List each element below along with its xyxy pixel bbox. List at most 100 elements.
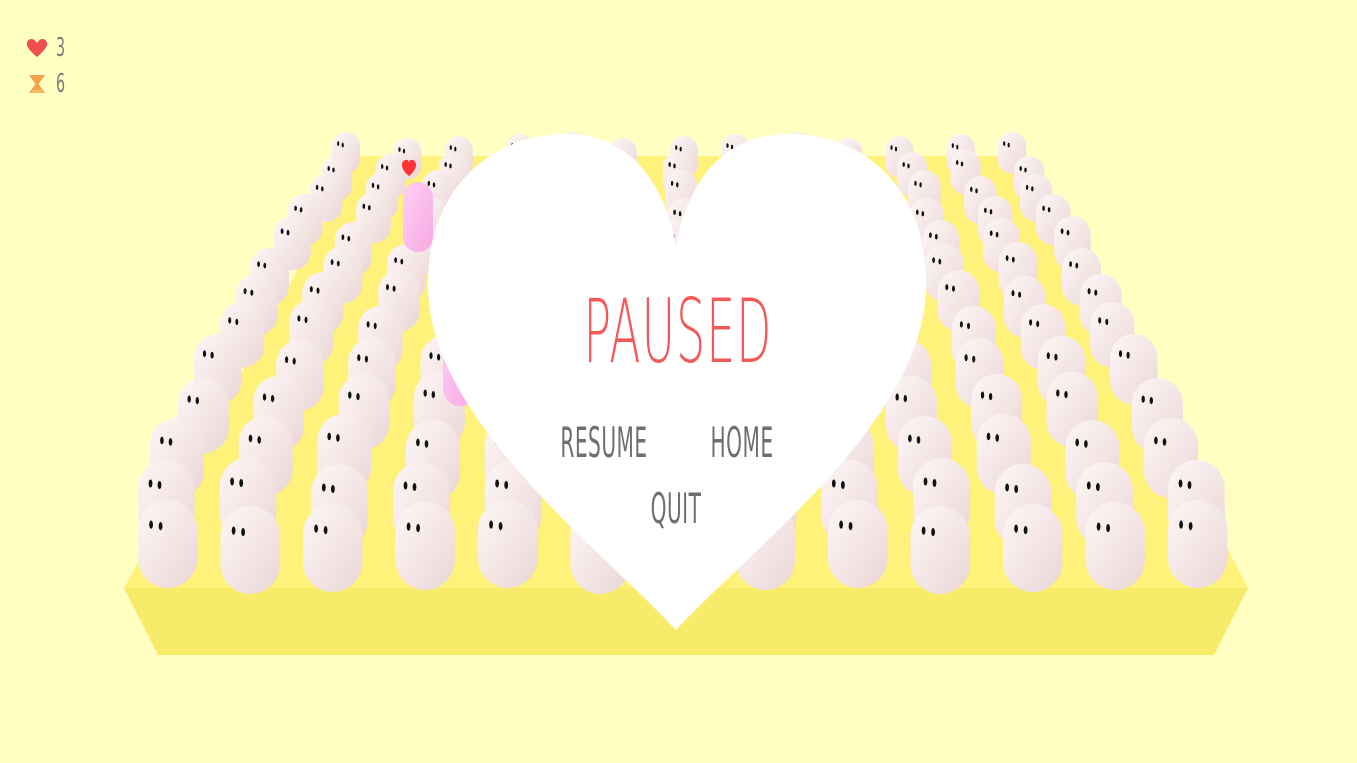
ghost-eye — [1054, 353, 1058, 361]
ghost-eye — [908, 434, 912, 443]
ghost-eye — [839, 520, 843, 529]
ghost-eye — [1014, 485, 1019, 493]
ghost — [220, 506, 280, 594]
ghost-eye — [327, 166, 330, 171]
ghost-eye — [504, 481, 509, 489]
ghost-eye — [1011, 256, 1015, 263]
ghost-eye — [678, 211, 682, 217]
lives-counter: 3 — [26, 30, 73, 66]
ghost-eye — [1031, 186, 1034, 192]
ghost-eye — [402, 148, 406, 154]
ghost-eye — [235, 318, 239, 326]
ghost-eye — [916, 209, 919, 215]
ghost-eye — [964, 354, 968, 362]
ghost-eye — [330, 259, 334, 265]
ghost-eye — [331, 485, 335, 493]
ghost-eye — [285, 356, 289, 364]
ghost-eye — [432, 182, 436, 188]
ghost-eye — [250, 289, 254, 296]
ghost-eye — [292, 357, 296, 365]
ghost-eye — [848, 522, 853, 531]
ghost-eye — [959, 321, 963, 328]
ghost-eye — [158, 522, 163, 531]
ghost-eye — [394, 257, 397, 263]
ghost-eye — [371, 182, 375, 188]
ghost-eye — [341, 234, 345, 240]
ghost-eye — [907, 163, 910, 169]
ghost-eye — [1056, 389, 1060, 397]
ghost-eye — [989, 230, 993, 236]
ghost-eye — [1106, 524, 1110, 533]
ghost-eye — [368, 205, 371, 211]
ghost-eye — [1096, 483, 1100, 491]
ghost-eye — [914, 180, 917, 186]
ghost-eye — [263, 262, 267, 269]
ghost-eye — [1086, 481, 1091, 490]
ghost-eye — [1179, 520, 1183, 529]
ghost-eye — [984, 207, 987, 213]
ghost-eye — [1060, 228, 1064, 234]
quit-button[interactable]: QUIT — [628, 488, 724, 530]
ghost-eye — [679, 146, 682, 152]
home-button[interactable]: HOME — [694, 422, 790, 464]
ghost-eye — [348, 391, 352, 399]
ghost-eye — [280, 228, 284, 234]
heart-icon — [26, 38, 48, 57]
ghost-eye — [336, 434, 340, 442]
ghost-eye — [668, 162, 671, 167]
ghost-eye — [398, 147, 401, 152]
ghost-eye — [257, 436, 262, 444]
ghost-eye — [952, 285, 955, 292]
ghost-eye — [988, 393, 993, 401]
ghost-eye — [299, 207, 303, 213]
timer-value: 6 — [56, 69, 66, 99]
ghost-eye — [314, 524, 318, 533]
ghost-eye — [967, 322, 970, 330]
ghost-eye — [495, 479, 499, 488]
ghost-eye — [1005, 483, 1009, 492]
ghost-eye — [841, 481, 845, 489]
hud: 3 6 — [26, 30, 73, 102]
ghost-eye — [347, 235, 351, 242]
ghost-eye — [995, 434, 999, 442]
resume-button[interactable]: RESUME — [556, 422, 652, 464]
ghost-eye — [309, 286, 313, 293]
ghost-eye — [392, 285, 396, 292]
ghost-eye — [336, 260, 340, 267]
ghost-eye — [444, 162, 447, 167]
ghost-eye — [1105, 318, 1109, 326]
ghost-eye — [239, 479, 244, 487]
ghost-eye — [945, 284, 949, 291]
ghost-eye — [1098, 317, 1102, 324]
ghost-eye — [373, 322, 377, 330]
ghost-eye — [1075, 262, 1079, 269]
hourglass-icon — [29, 75, 45, 93]
ghost-eye — [416, 438, 420, 447]
ghost-eye — [1149, 397, 1154, 405]
ghost-eye — [1087, 288, 1091, 295]
ghost-eye — [956, 144, 959, 150]
ghost-eye — [676, 182, 679, 188]
ghost — [138, 500, 198, 588]
ghost-eye — [895, 393, 899, 401]
ghost-eye — [427, 180, 430, 186]
ghost-eye — [1162, 438, 1167, 446]
ghost-eye — [364, 355, 368, 363]
ghost-eye — [932, 479, 937, 487]
ghost-eye — [1118, 350, 1123, 358]
ghost-eye — [972, 355, 976, 363]
ghost-eye — [673, 163, 676, 169]
ghost-eye — [323, 526, 328, 535]
ghost-eye — [1047, 207, 1051, 213]
ghost-eye — [916, 436, 921, 444]
ghost-eye — [403, 481, 408, 490]
ghost-eye — [357, 354, 361, 362]
ghost-eye — [241, 528, 246, 537]
ghost-eye — [449, 163, 452, 169]
ghost-eye — [1019, 166, 1022, 171]
ghost-eye — [332, 167, 335, 173]
ghost-eye — [995, 231, 999, 238]
ghost — [1003, 504, 1063, 592]
ghost-eye — [243, 288, 247, 295]
ghost-eye — [1154, 436, 1158, 445]
